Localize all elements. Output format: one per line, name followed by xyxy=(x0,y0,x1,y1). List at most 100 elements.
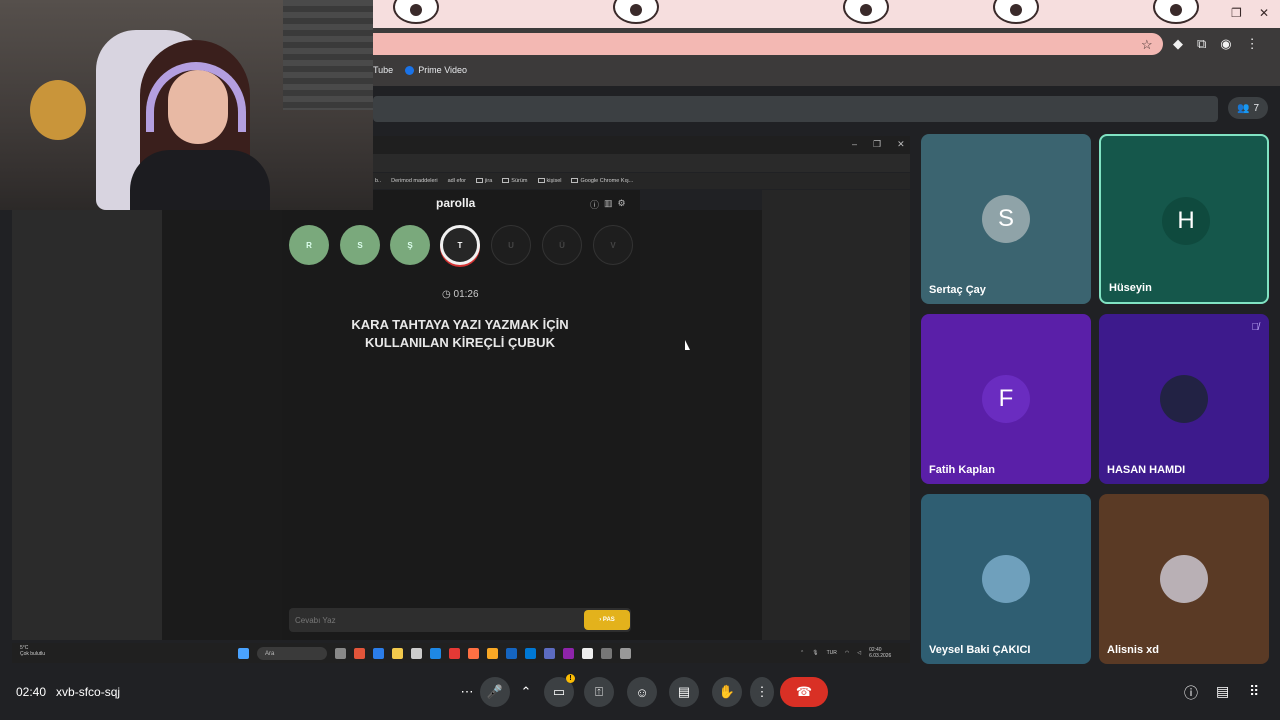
people-button[interactable]: 👥 7 xyxy=(1228,97,1268,119)
question-line: KARA TAHTAYA YAZI YAZMAK İÇİN xyxy=(351,317,569,332)
inner-bookmark[interactable]: adl efor xyxy=(448,178,466,184)
prime-video-icon xyxy=(405,66,415,76)
participant-name: Sertaç Çay xyxy=(929,284,986,296)
restore-icon[interactable]: ❐ xyxy=(873,139,881,150)
profile-icon[interactable]: ◉ xyxy=(1220,36,1231,52)
stats-icon[interactable]: ▥ xyxy=(604,198,613,211)
bookmark-label: kişisel xyxy=(546,178,562,184)
steam-icon[interactable] xyxy=(506,648,517,659)
windows-start-icon[interactable] xyxy=(238,648,249,659)
extension-icon[interactable]: ◆ xyxy=(1173,36,1183,52)
address-actions: ☆ xyxy=(1141,37,1153,53)
inner-browser-toolbar xyxy=(373,154,910,172)
raise-hand-button[interactable]: ✋ xyxy=(712,677,742,707)
settings-icon[interactable]: ⚙ xyxy=(618,198,626,211)
close-icon[interactable]: ✕ xyxy=(897,139,905,150)
bookmarks-bar: Tube Prime Video xyxy=(373,60,1280,80)
system-tray: ⌃ 🎙 TUR ◠ ◁ 02:40 6.03.2026 xyxy=(800,647,891,659)
participant-name: HASAN HAMDI xyxy=(1107,464,1186,476)
captions-button[interactable]: ▤ xyxy=(669,677,699,707)
participant-name: Hüseyin xyxy=(1109,282,1152,294)
participant-avatar: H xyxy=(1162,197,1210,245)
bookmark-prime-video[interactable]: Prime Video xyxy=(405,65,467,76)
extension-icons: ◆ ⧉ ◉ ⋮ xyxy=(1173,36,1259,52)
wifi-icon[interactable]: ◠ xyxy=(845,650,849,656)
inner-window-controls: – ❐ ✕ xyxy=(852,139,905,150)
restore-icon[interactable]: ❐ xyxy=(1231,6,1242,20)
timer-value: 01:26 xyxy=(453,289,479,300)
minimize-icon[interactable]: – xyxy=(852,139,857,150)
pass-button[interactable]: › PAS xyxy=(584,610,630,630)
app-icon[interactable] xyxy=(468,648,479,659)
inner-bookmark[interactable]: Sürüm xyxy=(502,178,528,184)
letter-circle: V xyxy=(593,225,633,265)
edge-icon[interactable] xyxy=(373,648,384,659)
task-view-icon[interactable] xyxy=(335,648,346,659)
chrome-icon[interactable] xyxy=(392,648,403,659)
meeting-time: 02:40 xyxy=(16,685,47,699)
inner-bookmark[interactable]: Google Chrome Kış... xyxy=(571,178,633,184)
inner-bookmark[interactable]: jira xyxy=(475,178,492,184)
weather-widget[interactable]: 5°C Çok bulutlu xyxy=(20,645,45,657)
clock-date: 6.03.2026 xyxy=(869,653,892,659)
letter-circle: Ü xyxy=(542,225,582,265)
brave-icon[interactable] xyxy=(354,648,365,659)
browser-chrome: ❐ ✕ ☆ ◆ ⧉ ◉ ⋮ Tube Prime Video xyxy=(373,0,1280,86)
more-options-left-icon[interactable]: ⋯ xyxy=(452,677,482,707)
cat-decoration xyxy=(1153,0,1199,24)
app-icon[interactable] xyxy=(449,648,460,659)
bookmark-youtube[interactable]: Tube xyxy=(373,65,393,75)
file-explorer-icon[interactable] xyxy=(487,648,498,659)
meeting-info: 02:40 xvb-sfco-sqj xyxy=(16,685,120,699)
folder-icon xyxy=(537,178,545,184)
app-icon[interactable] xyxy=(430,648,441,659)
activities-icon[interactable]: ⠿ xyxy=(1249,683,1259,700)
answer-input[interactable] xyxy=(295,612,575,628)
more-options-icon[interactable]: ⋮ xyxy=(750,677,774,707)
chevron-up-icon[interactable]: ⌃ xyxy=(516,677,536,707)
present-screen-button[interactable]: ⍐ xyxy=(584,677,614,707)
inner-bookmark[interactable]: b.. xyxy=(375,178,381,184)
participant-tile[interactable]: H Hüseyin xyxy=(1099,134,1269,304)
info-icon[interactable]: ⓘ xyxy=(590,198,599,211)
app-icon[interactable] xyxy=(563,648,574,659)
app-icon[interactable] xyxy=(601,648,612,659)
window-blinds xyxy=(283,0,373,110)
app-icon[interactable] xyxy=(544,648,555,659)
question-line: KULLANILAN KİREÇLİ ÇUBUK xyxy=(365,335,555,350)
inner-bookmark[interactable]: kişisel xyxy=(537,178,562,184)
screen: ❐ ✕ ☆ ◆ ⧉ ◉ ⋮ Tube Prime Video 👥 7 – ❐ ✕… xyxy=(0,0,1280,720)
participant-tile[interactable]: F Fatih Kaplan xyxy=(921,314,1091,484)
shared-screen-left-panel xyxy=(12,210,162,640)
volume-icon[interactable]: ◁ xyxy=(857,650,861,656)
taskbar-search[interactable]: Ara xyxy=(257,647,327,660)
mic-muted-icon: 🎙̸ xyxy=(1251,322,1260,333)
mic-icon[interactable]: 🎙 xyxy=(812,650,818,656)
taskbar-clock[interactable]: 02:40 6.03.2026 xyxy=(869,647,891,659)
puzzle-icon[interactable]: ⧉ xyxy=(1197,36,1206,52)
reactions-button[interactable]: ☺ xyxy=(627,677,657,707)
mic-button[interactable]: 🎤 xyxy=(480,677,510,707)
bookmark-star-icon[interactable]: ☆ xyxy=(1141,37,1153,53)
participant-avatar: S xyxy=(982,195,1030,243)
chat-icon[interactable]: ▤ xyxy=(1216,683,1229,700)
participant-tile[interactable]: 🎙̸ HASAN HAMDI xyxy=(1099,314,1269,484)
participant-name: Alisnis xd xyxy=(1107,644,1159,656)
menu-icon[interactable]: ⋮ xyxy=(1246,36,1259,52)
meeting-details-icon[interactable]: ⓘ xyxy=(1184,683,1198,703)
end-call-button[interactable]: ☎ xyxy=(780,677,828,707)
vscode-icon[interactable] xyxy=(525,648,536,659)
close-icon[interactable]: ✕ xyxy=(1259,6,1269,20)
chrome-alt-icon[interactable] xyxy=(411,648,422,659)
streamer-webcam xyxy=(0,0,373,210)
language-indicator[interactable]: TUR xyxy=(827,650,837,656)
inner-bookmark[interactable]: Derimod maddeleri xyxy=(391,178,437,184)
address-bar[interactable] xyxy=(373,33,1163,55)
settings-icon[interactable] xyxy=(620,648,631,659)
chevron-up-icon[interactable]: ⌃ xyxy=(800,650,804,656)
notion-icon[interactable] xyxy=(582,648,593,659)
cat-decoration xyxy=(613,0,659,24)
participant-tile[interactable]: Veysel Baki ÇAKICI xyxy=(921,494,1091,664)
participant-tile[interactable]: S Sertaç Çay xyxy=(921,134,1091,304)
participant-tile[interactable]: Alisnis xd xyxy=(1099,494,1269,664)
